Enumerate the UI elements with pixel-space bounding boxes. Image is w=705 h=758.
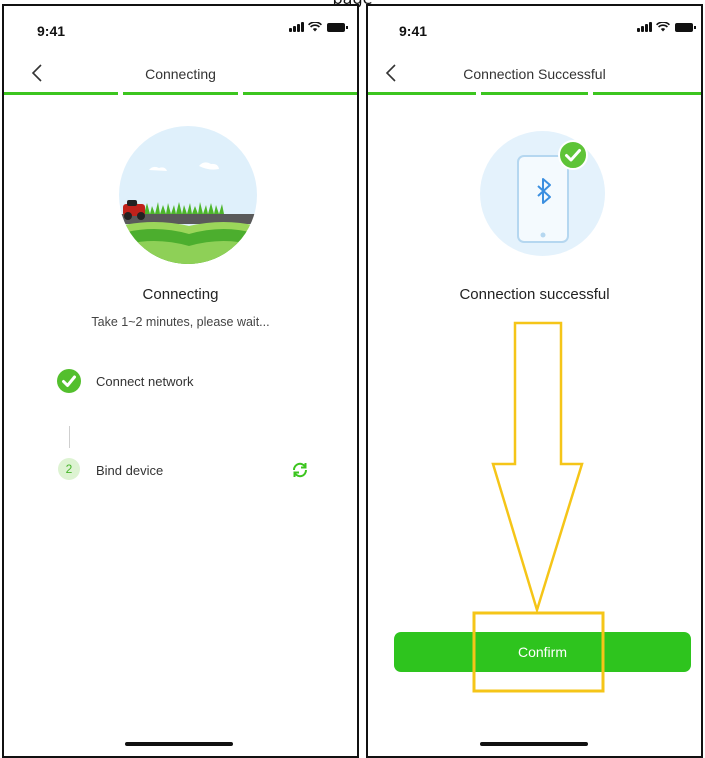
status-time: 9:41 [37,23,66,39]
step-progress-bar [4,92,357,95]
connecting-heading: Connecting [142,286,219,303]
step-2-label: Bind device [96,463,164,478]
home-indicator [480,742,588,746]
check-icon [62,375,76,387]
mower-illustration [119,126,257,264]
step-1-label: Connect network [96,374,194,389]
status-icons [289,22,348,32]
down-arrow-annotation [472,321,605,693]
connection-successful-screen: 9:41 Connection Successful Connection su… [366,4,703,758]
step-2-number-badge: 2 [58,458,80,480]
home-indicator [125,742,233,746]
connecting-subtitle: Take 1~2 minutes, please wait... [91,315,270,329]
nav-title: Connecting [145,66,216,82]
connecting-screen: 9:41 Connecting Connecting Take 1~2 minu… [2,4,359,758]
signal-icon [289,22,304,32]
step-1-done-badge [57,369,81,393]
battery-icon [327,23,348,32]
step-connector [69,426,70,448]
wifi-icon [308,22,322,32]
refresh-icon [292,462,308,478]
